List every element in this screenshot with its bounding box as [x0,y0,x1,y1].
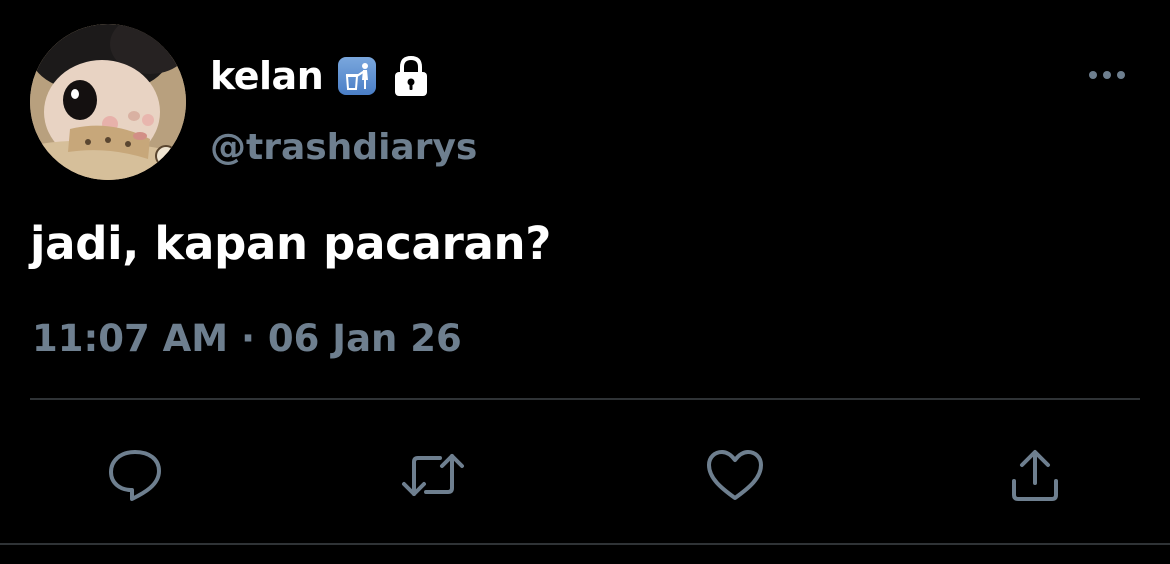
tweet-detail: kelan @trashdiarys jadi, kapan pacaran? … [0,0,1170,564]
divider [30,398,1140,400]
share-button[interactable] [1000,440,1070,510]
more-options-icon[interactable] [1084,62,1130,88]
put-litter-in-its-place-icon [337,56,377,96]
retweet-button[interactable] [398,440,468,510]
tweet-text: jadi, kapan pacaran? [30,217,552,270]
reply-button[interactable] [100,440,170,510]
like-icon [707,450,763,500]
retweet-icon [402,454,464,496]
name-row: kelan [210,52,431,100]
action-bar [0,440,1170,510]
reply-icon [109,450,161,501]
display-name[interactable]: kelan [210,57,324,95]
avatar-image [30,24,186,180]
like-button[interactable] [700,440,770,510]
user-handle[interactable]: @trashdiarys [210,126,477,170]
avatar[interactable] [30,24,186,180]
tweet-timestamp[interactable]: 11:07 AM · 06 Jan 26 [32,314,462,364]
share-icon [1012,450,1058,501]
lock-icon [391,54,431,98]
bottom-divider [0,543,1170,545]
